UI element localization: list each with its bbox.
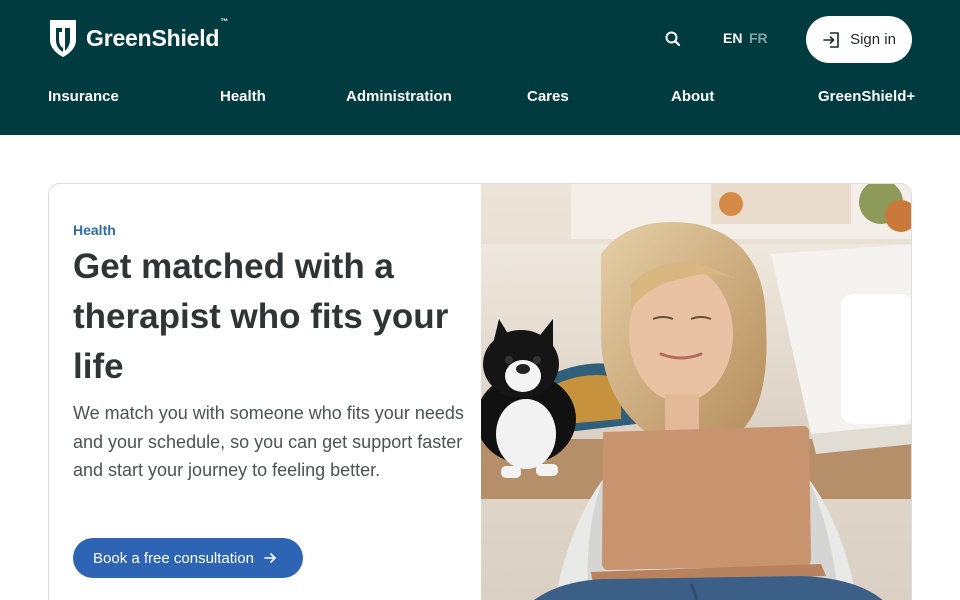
hero-card: Health Get matched with a therapist who … (48, 183, 912, 600)
nav-item-health[interactable]: Health (220, 88, 266, 105)
book-consultation-label: Book a free consultation (93, 549, 254, 567)
nav-item-cares[interactable]: Cares (527, 88, 569, 105)
trademark-mark: ™ (220, 16, 229, 26)
search-button[interactable] (662, 28, 684, 50)
hero-photo-illustration (481, 184, 911, 600)
nav-item-greenshield-plus[interactable]: GreenShield+ (818, 88, 915, 105)
hero-description: We match you with someone who fits your … (73, 403, 464, 480)
sign-in-label: Sign in (850, 31, 896, 48)
site-header: GreenShield™ EN FR Sign in Insurance Hea… (0, 0, 960, 135)
nav-item-insurance[interactable]: Insurance (48, 88, 119, 105)
sign-in-icon (823, 31, 839, 48)
nav-item-about[interactable]: About (671, 88, 714, 105)
hero-text-panel: Health Get matched with a therapist who … (49, 184, 481, 600)
hero-eyebrow: Health (73, 222, 116, 238)
language-fr[interactable]: FR (749, 30, 768, 46)
brand-name: GreenShield (86, 24, 220, 51)
arrow-right-icon (264, 553, 276, 563)
nav-item-administration[interactable]: Administration (346, 88, 452, 105)
language-en[interactable]: EN (723, 30, 742, 46)
search-icon (665, 31, 681, 47)
hero-image (481, 184, 911, 600)
brand-logo[interactable]: GreenShield™ (48, 16, 229, 58)
sign-in-button[interactable]: Sign in (806, 16, 912, 63)
book-consultation-button[interactable]: Book a free consultation (73, 538, 303, 578)
shield-logo-icon (50, 20, 76, 57)
hero-title: Get matched with a therapist who fits yo… (73, 247, 449, 386)
